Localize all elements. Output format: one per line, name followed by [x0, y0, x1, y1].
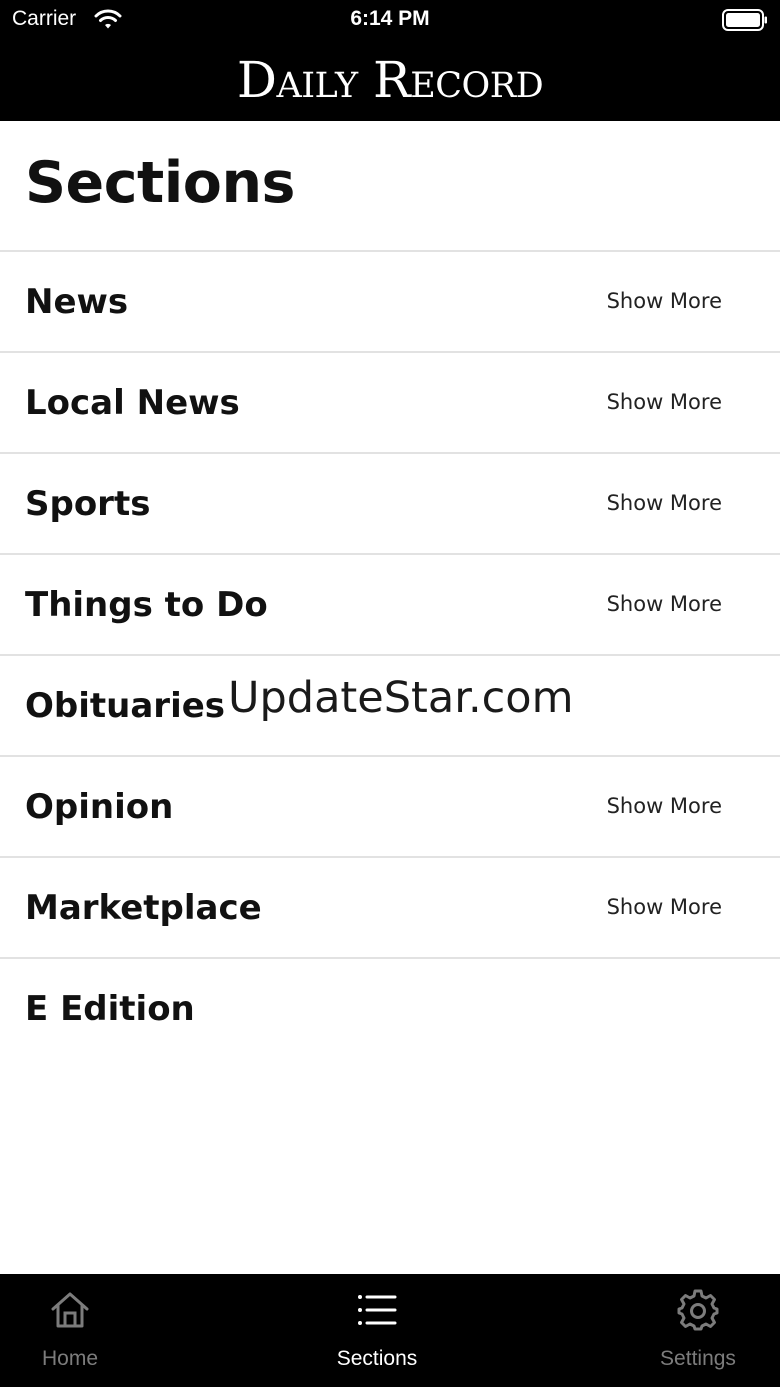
tab-label: Settings — [660, 1347, 736, 1370]
gear-icon — [677, 1289, 719, 1331]
status-time: 6:14 PM — [350, 7, 430, 30]
section-label: E Edition — [25, 989, 195, 1029]
section-label: Opinion — [25, 787, 174, 827]
tab-label: Sections — [336, 1347, 418, 1370]
section-label: Sports — [25, 484, 151, 524]
app-header: Daily Record — [0, 42, 780, 121]
show-more-button[interactable]: Show More — [607, 491, 722, 515]
battery-icon — [722, 9, 767, 31]
section-list: News Show More Local News Show More Spor… — [0, 252, 780, 1058]
show-more-button[interactable]: Show More — [607, 390, 722, 414]
tab-home[interactable]: Home — [0, 1274, 140, 1387]
section-row-sports[interactable]: Sports Show More — [0, 454, 780, 555]
section-label: Things to Do — [25, 585, 268, 625]
watermark-text: UpdateStar.com — [228, 673, 574, 723]
section-label: Obituaries — [25, 686, 226, 726]
section-row-marketplace[interactable]: Marketplace Show More — [0, 858, 780, 959]
show-more-button[interactable]: Show More — [607, 794, 722, 818]
masthead-logo: Daily Record — [236, 50, 544, 109]
section-label: Marketplace — [25, 888, 262, 928]
tab-sections[interactable]: Sections — [307, 1274, 447, 1387]
page-title: Sections — [25, 150, 295, 216]
status-bar: Carrier 6:14 PM — [0, 0, 780, 42]
tab-label: Home — [41, 1347, 99, 1370]
section-row-news[interactable]: News Show More — [0, 252, 780, 353]
show-more-button[interactable]: Show More — [607, 895, 722, 919]
section-row-local-news[interactable]: Local News Show More — [0, 353, 780, 454]
section-row-e-edition[interactable]: E Edition — [0, 959, 780, 1058]
show-more-button[interactable]: Show More — [607, 289, 722, 313]
home-icon — [51, 1292, 89, 1328]
section-row-opinion[interactable]: Opinion Show More — [0, 757, 780, 858]
section-row-things-to-do[interactable]: Things to Do Show More — [0, 555, 780, 656]
show-more-button[interactable]: Show More — [607, 592, 722, 616]
section-label: Local News — [25, 383, 240, 423]
section-label: News — [25, 282, 129, 322]
tab-settings[interactable]: Settings — [628, 1274, 768, 1387]
tab-bar: Home Sections Settings — [0, 1274, 780, 1387]
list-icon — [358, 1295, 397, 1325]
